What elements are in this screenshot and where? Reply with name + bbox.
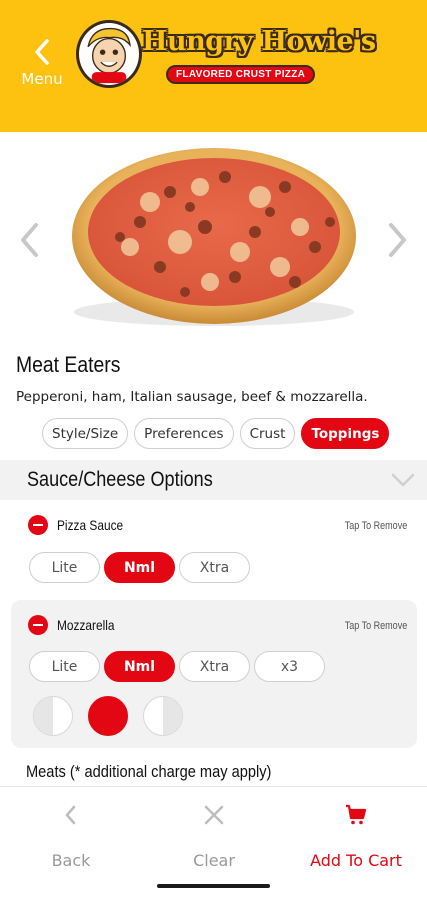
mascot-icon [76,20,142,88]
product-image-carousel [0,132,427,342]
whole-coverage-icon[interactable] [88,696,128,736]
remove-minus-icon[interactable] [28,515,48,535]
add-to-cart-button[interactable]: Add To Cart [285,787,427,887]
amount-normal-button[interactable]: Nml [104,651,175,682]
home-indicator [157,884,270,888]
left-half-coverage-icon[interactable] [33,696,73,736]
chevron-left-icon [35,39,49,65]
coverage-selector [33,696,183,736]
brand-name: Hungry Howie's [142,26,376,57]
back-to-menu-label: Menu [21,70,63,88]
option-card-mozzarella: Mozzarella Tap To Remove Lite Nml Xtra x… [11,600,417,748]
amount-selector: Lite Nml Xtra x3 [29,651,325,682]
bottom-action-bar: Back Clear Add To Cart [0,786,427,900]
back-button-label: Back [51,851,91,870]
tab-crust[interactable]: Crust [239,418,296,449]
screen: Menu Hungry Howie's FLAVORED CRUST PIZZA [0,0,427,900]
close-icon [204,805,224,825]
cart-icon [346,804,367,825]
back-to-menu-button[interactable]: Menu [14,38,70,98]
chevron-down-icon [391,473,415,487]
option-card-pizza-sauce: Pizza Sauce Tap To Remove Lite Nml Xtra [11,505,417,597]
section-header-sauce-cheese[interactable]: Sauce/Cheese Options [0,460,427,500]
add-to-cart-label: Add To Cart [310,851,402,870]
amount-normal-button[interactable]: Nml [104,552,175,583]
product-title: Meat Eaters [16,352,121,377]
app-header: Menu Hungry Howie's FLAVORED CRUST PIZZA [0,0,427,132]
clear-button[interactable]: Clear [143,787,285,887]
section-title: Sauce/Cheese Options [27,468,213,491]
next-image-arrow-icon[interactable] [387,222,409,258]
option-name: Pizza Sauce [57,517,124,533]
tap-to-remove-hint: Tap To Remove [344,620,407,632]
brand-tagline: FLAVORED CRUST PIZZA [166,65,316,84]
tab-toppings[interactable]: Toppings [301,418,390,449]
pizza-image [72,148,356,326]
right-half-coverage-icon[interactable] [143,696,183,736]
amount-triple-button[interactable]: x3 [254,651,325,682]
brand-logo: Hungry Howie's FLAVORED CRUST PIZZA [76,20,376,98]
back-button[interactable]: Back [0,787,142,887]
tab-style-size[interactable]: Style/Size [42,418,129,449]
previous-image-arrow-icon[interactable] [18,222,40,258]
amount-lite-button[interactable]: Lite [29,651,100,682]
chevron-left-icon [65,805,76,825]
next-section-title: Meats (* additional charge may apply) [26,762,272,781]
amount-extra-button[interactable]: Xtra [179,651,250,682]
amount-selector: Lite Nml Xtra [29,552,250,583]
remove-minus-icon[interactable] [28,615,48,635]
option-name: Mozzarella [57,617,115,633]
tab-preferences[interactable]: Preferences [134,418,234,449]
product-description: Pepperoni, ham, Italian sausage, beef & … [16,389,368,405]
amount-extra-button[interactable]: Xtra [179,552,250,583]
amount-lite-button[interactable]: Lite [29,552,100,583]
customize-tabs: Style/Size Preferences Crust Toppings [42,418,390,449]
clear-button-label: Clear [193,851,235,870]
tap-to-remove-hint: Tap To Remove [344,520,407,532]
